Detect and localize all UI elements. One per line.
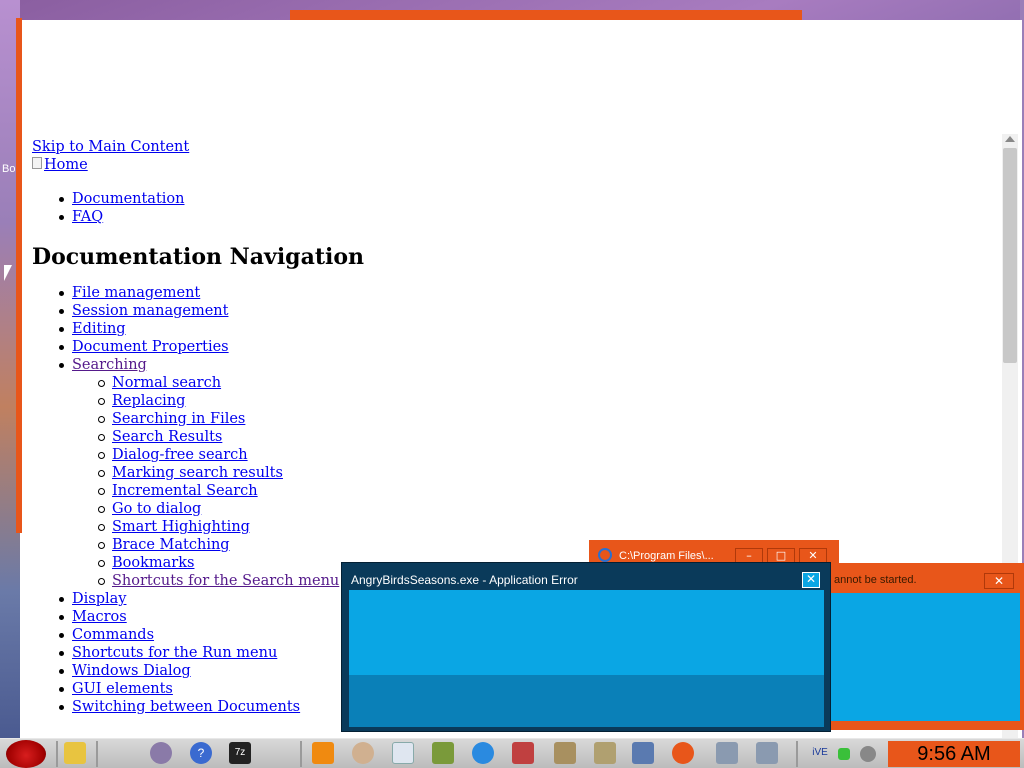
desktop-label: Bo: [2, 163, 16, 175]
list-item: Marking search results: [32, 464, 1000, 482]
list-item: Search Results: [32, 428, 1000, 446]
close-button[interactable]: ✕: [984, 573, 1014, 589]
taskbar-separator: [56, 741, 58, 767]
ie-icon[interactable]: [472, 742, 494, 764]
volume-icon[interactable]: [860, 746, 876, 762]
searching-sublist: Normal search Replacing Searching in Fil…: [32, 374, 1000, 590]
nav-link-incremental-search[interactable]: Incremental Search: [112, 483, 258, 499]
taskbar: ? 7z iVE 9:56 AM: [0, 738, 1024, 768]
nav-link-editing[interactable]: Editing: [72, 321, 126, 337]
nav-link-searching[interactable]: Searching: [72, 357, 147, 373]
installer-icon[interactable]: [554, 742, 576, 764]
tray-text[interactable]: iVE: [808, 742, 832, 764]
documentation-link[interactable]: Documentation: [72, 191, 185, 207]
dialog-footer: [349, 675, 824, 727]
nav-link-macros[interactable]: Macros: [72, 609, 127, 625]
notepad-icon[interactable]: [392, 742, 414, 764]
list-item: File management: [32, 284, 1000, 302]
top-nav: Documentation FAQ: [32, 190, 1000, 226]
vlc-icon[interactable]: [312, 742, 334, 764]
list-item: Incremental Search: [32, 482, 1000, 500]
list-item: Editing: [32, 320, 1000, 338]
list-item: Document Properties: [32, 338, 1000, 356]
taskbar-separator: [796, 741, 798, 767]
nav-link-file-management[interactable]: File management: [72, 285, 200, 301]
nav-link-display[interactable]: Display: [72, 591, 126, 607]
help-icon[interactable]: ?: [190, 742, 212, 764]
list-item: Replacing: [32, 392, 1000, 410]
nav-link-gui-elements[interactable]: GUI elements: [72, 681, 173, 697]
nav-link-replacing[interactable]: Replacing: [112, 393, 185, 409]
7zip-icon[interactable]: 7z: [229, 742, 251, 764]
nav-link-shortcuts-run-menu[interactable]: Shortcuts for the Run menu: [72, 645, 277, 661]
dialog-body: [349, 590, 824, 675]
nav-link-session-management[interactable]: Session management: [72, 303, 228, 319]
media-icon[interactable]: [672, 742, 694, 764]
dialog-title: AngryBirdsSeasons.exe - Application Erro…: [351, 573, 578, 587]
start-button[interactable]: [6, 740, 46, 768]
close-button[interactable]: ✕: [802, 572, 820, 588]
network-icon[interactable]: [838, 748, 850, 760]
list-item: Go to dialog: [32, 500, 1000, 518]
ie-icon: [598, 548, 612, 562]
list-item: Brace Matching: [32, 536, 1000, 554]
nav-link-commands[interactable]: Commands: [72, 627, 154, 643]
page-heading: Documentation Navigation: [32, 244, 365, 270]
top-nav-item-documentation: Documentation: [32, 190, 1000, 208]
nav-link-smart-highlighting[interactable]: Smart Highighting: [112, 519, 250, 535]
home-link-label: Home: [44, 157, 88, 173]
window-icon[interactable]: [632, 742, 654, 764]
app-icon[interactable]: [150, 742, 172, 764]
taskbar-separator: [300, 741, 302, 767]
nav-link-marking-search-results[interactable]: Marking search results: [112, 465, 283, 481]
list-item: Smart Highighting: [32, 518, 1000, 536]
top-nav-item-faq: FAQ: [32, 208, 1000, 226]
nav-link-brace-matching[interactable]: Brace Matching: [112, 537, 230, 553]
taskbar-separator: [96, 741, 98, 767]
error-dialog: AngryBirdsSeasons.exe - Application Erro…: [341, 562, 831, 732]
list-item: Dialog-free search: [32, 446, 1000, 464]
folder-icon[interactable]: [64, 742, 86, 764]
game-icon[interactable]: [432, 742, 454, 764]
archive-icon[interactable]: [594, 742, 616, 764]
nav-link-document-properties[interactable]: Document Properties: [72, 339, 229, 355]
window2-icon[interactable]: [716, 742, 738, 764]
paint-icon[interactable]: [352, 742, 374, 764]
list-item: Normal search: [32, 374, 1000, 392]
list-item: Session management: [32, 302, 1000, 320]
home-link[interactable]: Home: [32, 156, 88, 174]
nav-link-normal-search[interactable]: Normal search: [112, 375, 221, 391]
doc-nav-list: File management Session management Editi…: [32, 284, 1000, 374]
list-item: Searching: [32, 356, 1000, 374]
window3-icon[interactable]: [756, 742, 778, 764]
broken-image-icon: [32, 157, 42, 169]
window-title: annot be started.: [834, 574, 917, 586]
nav-link-windows-dialog[interactable]: Windows Dialog: [72, 663, 191, 679]
clock[interactable]: 9:56 AM: [888, 741, 1020, 767]
window-title: C:\Program Files\...: [619, 550, 714, 562]
background-window-edge: [290, 10, 802, 20]
scroll-thumb[interactable]: [1003, 148, 1017, 363]
nav-link-dialog-free-search[interactable]: Dialog-free search: [112, 447, 248, 463]
nav-link-bookmarks[interactable]: Bookmarks: [112, 555, 194, 571]
nav-link-search-results[interactable]: Search Results: [112, 429, 222, 445]
nav-link-shortcuts-search-menu[interactable]: Shortcuts for the Search menu: [112, 573, 339, 589]
skip-link[interactable]: Skip to Main Content: [32, 139, 189, 155]
tool-icon[interactable]: [512, 742, 534, 764]
nav-link-go-to-dialog[interactable]: Go to dialog: [112, 501, 201, 517]
list-item: Searching in Files: [32, 410, 1000, 428]
nav-link-searching-in-files[interactable]: Searching in Files: [112, 411, 245, 427]
faq-link[interactable]: FAQ: [72, 209, 103, 225]
background-window-edge-left: [16, 18, 22, 533]
nav-link-switching-documents[interactable]: Switching between Documents: [72, 699, 300, 715]
scroll-up-arrow-icon[interactable]: [1005, 136, 1015, 142]
mouse-cursor-icon: [4, 265, 12, 281]
